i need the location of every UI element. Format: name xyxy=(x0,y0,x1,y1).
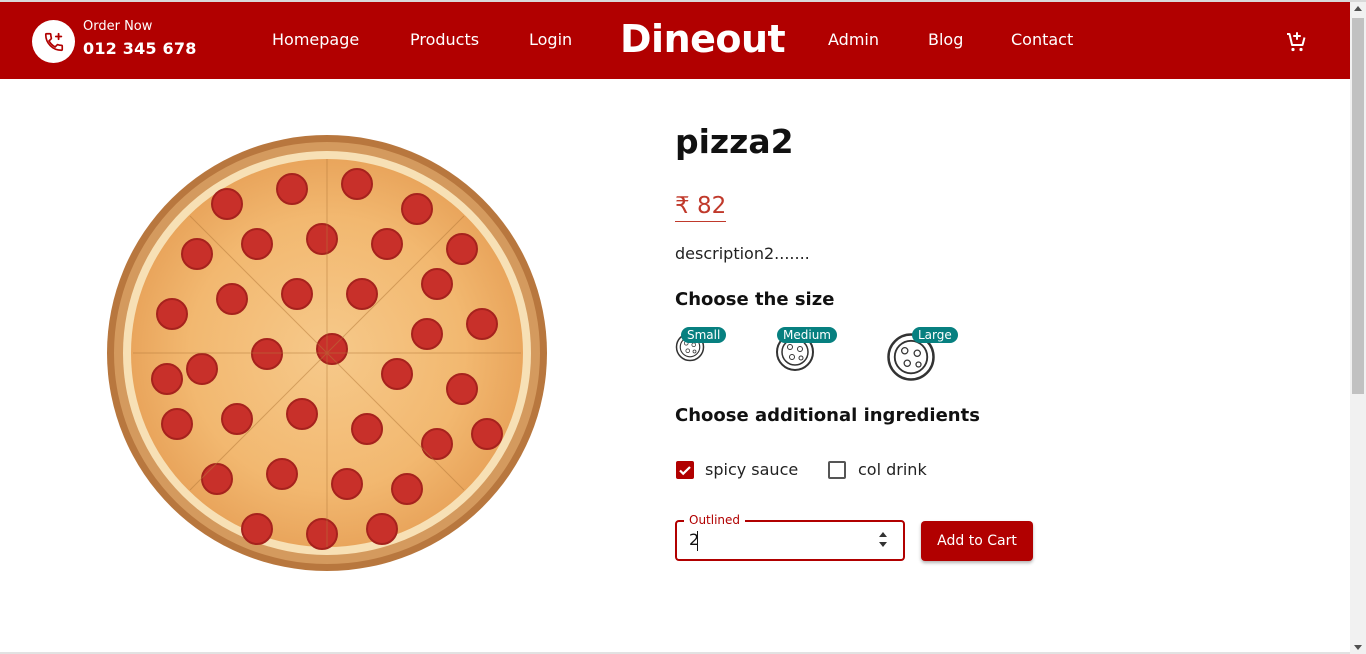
nav-homepage[interactable]: Homepage xyxy=(272,30,359,49)
nav-admin[interactable]: Admin xyxy=(828,30,879,49)
scroll-up-arrow-icon[interactable] xyxy=(1354,6,1362,11)
scroll-thumb[interactable] xyxy=(1352,18,1364,394)
page-scrollbar[interactable] xyxy=(1350,2,1366,654)
increment-arrow-icon[interactable] xyxy=(879,532,887,537)
product-title: pizza2 xyxy=(675,122,794,161)
col-drink-label[interactable]: col drink xyxy=(858,460,927,479)
nav-products[interactable]: Products xyxy=(410,30,479,49)
add-to-cart-button[interactable]: Add to Cart xyxy=(921,521,1033,561)
spicy-sauce-label[interactable]: spicy sauce xyxy=(705,460,798,479)
order-now-label: Order Now xyxy=(83,19,153,34)
product-description: description2....... xyxy=(675,244,810,263)
navbar: Order Now 012 345 678 Homepage Products … xyxy=(0,2,1350,79)
nav-contact[interactable]: Contact xyxy=(1011,30,1073,49)
nav-login[interactable]: Login xyxy=(529,30,572,49)
size-badge-small: Small xyxy=(681,327,727,343)
spicy-sauce-checkbox[interactable] xyxy=(676,461,694,479)
phone-button[interactable] xyxy=(32,20,75,63)
col-drink-checkbox[interactable] xyxy=(828,461,846,479)
nav-blog[interactable]: Blog xyxy=(928,30,963,49)
size-heading: Choose the size xyxy=(675,289,835,310)
phone-plus-icon xyxy=(44,32,63,51)
size-badge-medium: Medium xyxy=(777,327,837,343)
text-caret xyxy=(697,531,698,551)
product-image xyxy=(107,134,548,572)
cart-plus-icon[interactable] xyxy=(1284,30,1308,54)
check-icon xyxy=(679,466,691,476)
size-badge-large: Large xyxy=(912,327,958,343)
order-phone-number: 012 345 678 xyxy=(83,39,197,58)
quantity-label: Outlined xyxy=(684,513,746,527)
product-price: ₹ 82 xyxy=(675,193,727,222)
scroll-down-arrow-icon[interactable] xyxy=(1354,645,1362,650)
pepperoni-pizza-image xyxy=(107,135,547,571)
decrement-arrow-icon[interactable] xyxy=(879,542,887,547)
ingredients-heading: Choose additional ingredients xyxy=(675,405,980,426)
brand-logo[interactable]: Dineout xyxy=(620,17,786,61)
